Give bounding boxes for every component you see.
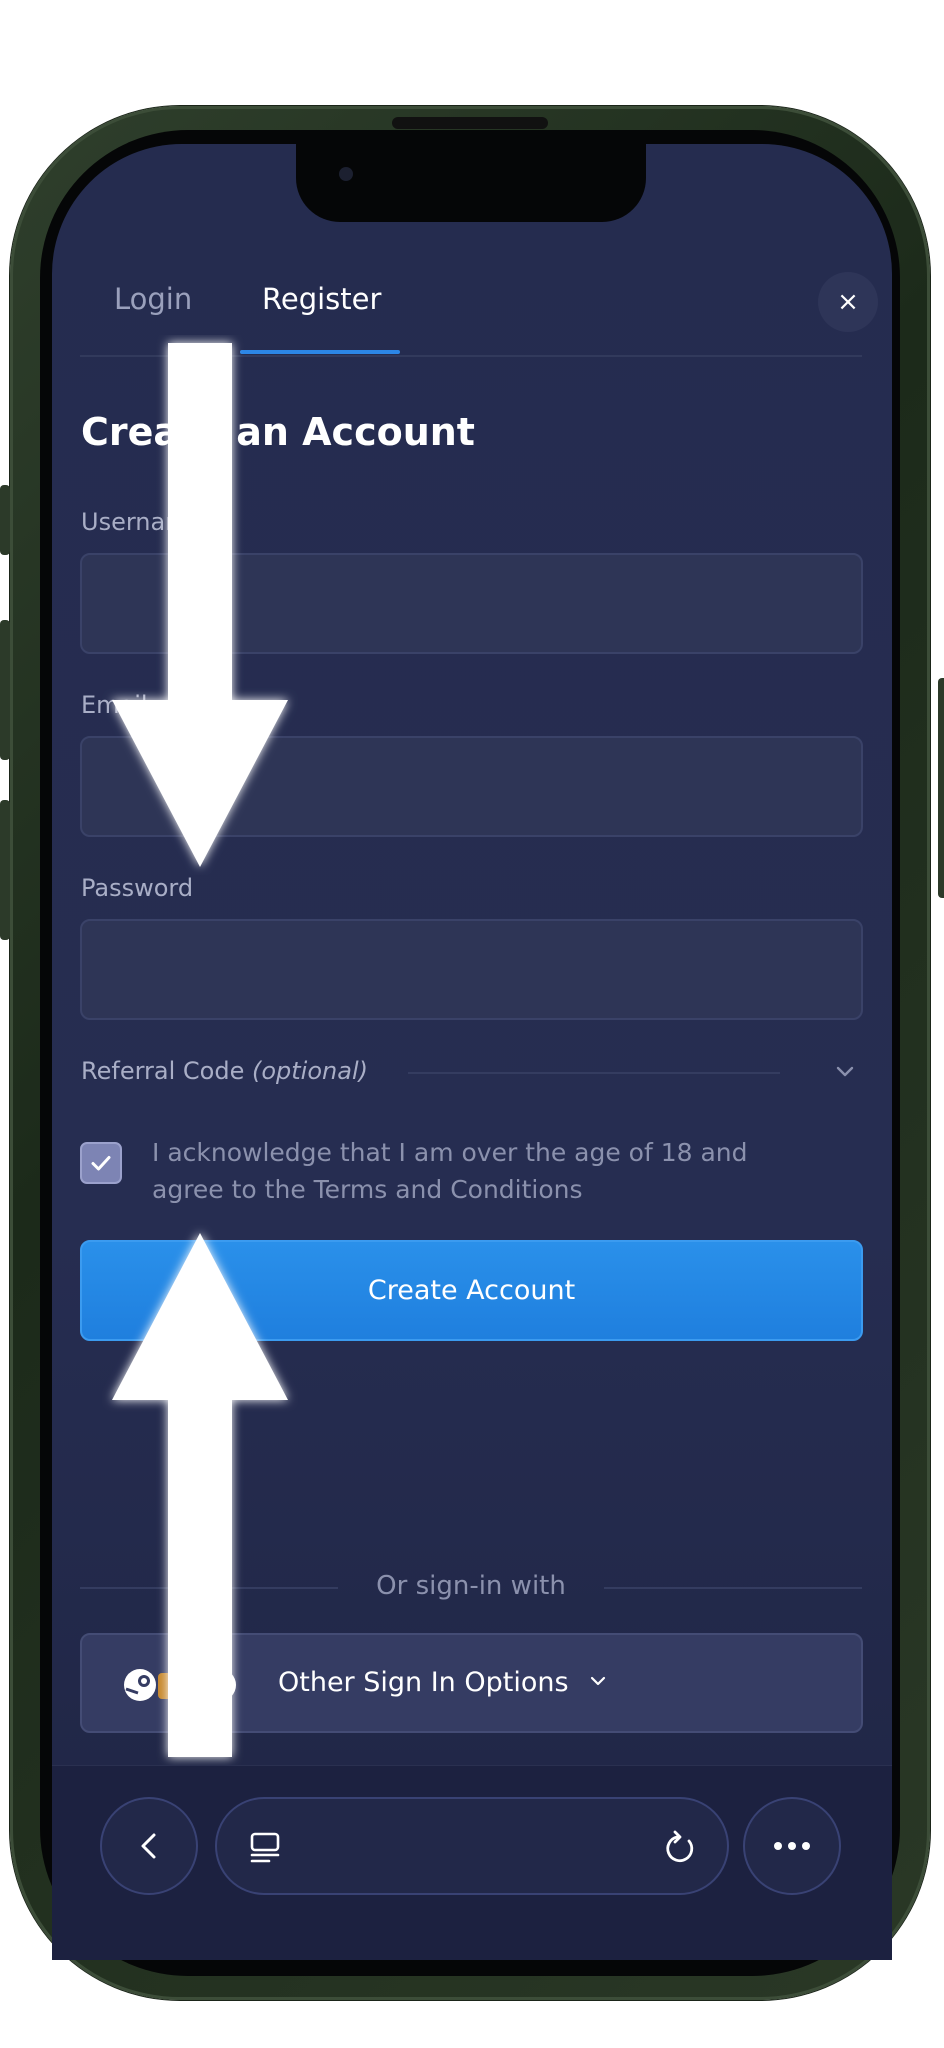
phone-power-button <box>938 678 944 898</box>
other-signin-label: Other Sign In Options <box>278 1667 569 1698</box>
chevron-left-icon <box>141 1833 156 1859</box>
tabs-icon[interactable] <box>247 1829 283 1865</box>
speaker-grille <box>392 117 548 129</box>
referral-optional: (optional) <box>251 1057 368 1085</box>
password-input[interactable] <box>80 919 863 1020</box>
chevron-down-icon <box>590 1676 606 1686</box>
back-button[interactable] <box>100 1797 198 1895</box>
reload-icon[interactable] <box>661 1829 699 1867</box>
tab-login[interactable]: Login <box>114 282 192 316</box>
camera-icon <box>339 167 353 181</box>
referral-divider <box>408 1072 780 1074</box>
acknowledge-text: I acknowledge that I am over the age of … <box>152 1138 748 1204</box>
create-account-label: Create Account <box>367 1275 576 1306</box>
password-label: Password <box>81 874 194 902</box>
divider-right <box>604 1587 862 1589</box>
arrow-up-overlay <box>112 1233 288 1757</box>
or-signin-text: Or sign-in with <box>376 1571 566 1601</box>
tab-register[interactable]: Register <box>262 282 381 316</box>
age-terms-checkbox[interactable] <box>80 1142 122 1184</box>
address-bar[interactable] <box>215 1797 729 1895</box>
referral-label: Referral Code <box>81 1057 245 1085</box>
check-icon <box>91 1156 111 1171</box>
phone-side-button <box>0 485 10 555</box>
more-button[interactable] <box>743 1797 841 1895</box>
phone-volume-down <box>0 800 10 940</box>
arrow-down-overlay <box>112 343 288 867</box>
close-button[interactable]: × <box>818 272 878 332</box>
referral-toggle[interactable]: Referral Code (optional) <box>81 1057 368 1085</box>
phone-notch <box>296 144 646 222</box>
phone-volume-up <box>0 620 10 760</box>
more-icon <box>774 1842 810 1850</box>
chevron-down-icon[interactable] <box>834 1060 856 1082</box>
close-icon: × <box>837 287 859 317</box>
